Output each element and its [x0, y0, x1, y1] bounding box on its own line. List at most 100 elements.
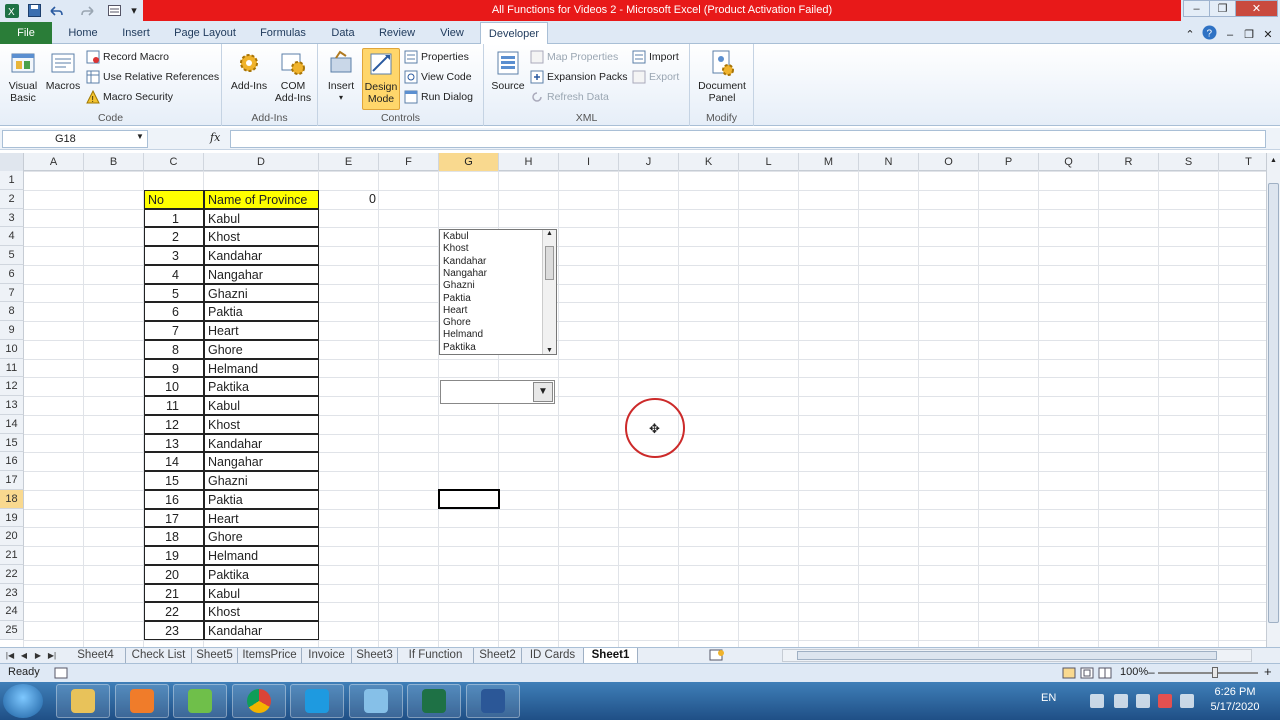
table-row-no[interactable]: 2 — [144, 227, 204, 246]
export-button[interactable]: Export — [632, 68, 679, 86]
table-row-province[interactable]: Ghazni — [204, 471, 319, 490]
table-row-province[interactable]: Khost — [204, 602, 319, 621]
normal-view-icon[interactable] — [1062, 667, 1076, 682]
sheet-tab-itemsprice[interactable]: ItemsPrice — [238, 648, 302, 663]
table-row-no[interactable]: 16 — [144, 489, 204, 509]
listbox-item[interactable]: Ghore — [443, 317, 471, 329]
tab-page-layout[interactable]: Page Layout — [168, 22, 242, 44]
column-header-o[interactable]: O — [919, 153, 979, 171]
taskbar-clock[interactable]: 6:26 PM 5/17/2020 — [1200, 685, 1270, 715]
listbox-scroll-down-icon[interactable]: ▼ — [543, 347, 556, 354]
column-header-l[interactable]: L — [739, 153, 799, 171]
workbook-restore-icon[interactable]: ❐ — [1243, 27, 1255, 42]
column-header-m[interactable]: M — [799, 153, 859, 171]
row-header-19[interactable]: 19 — [0, 508, 24, 528]
tray-network-icon[interactable] — [1114, 694, 1128, 708]
table-row-province[interactable]: Kandahar — [204, 246, 319, 265]
table-row-no[interactable]: 4 — [144, 264, 204, 284]
maximize-button[interactable]: ❐ — [1209, 0, 1236, 17]
table-row-no[interactable]: 13 — [144, 433, 204, 453]
tab-review[interactable]: Review — [372, 22, 422, 44]
macro-record-icon[interactable] — [54, 667, 68, 682]
run-dialog-button[interactable]: Run Dialog — [404, 88, 473, 106]
listbox-item[interactable]: Kabul — [443, 231, 469, 243]
import-button[interactable]: Import — [632, 48, 679, 66]
column-header-p[interactable]: P — [979, 153, 1039, 171]
tab-home[interactable]: Home — [60, 22, 106, 44]
undo-icon[interactable] — [46, 3, 66, 18]
select-all-corner[interactable] — [0, 153, 24, 171]
column-header-b[interactable]: B — [84, 153, 144, 171]
table-row-no[interactable]: 10 — [144, 377, 204, 396]
table-row-province[interactable]: Kandahar — [204, 433, 319, 453]
horizontal-scroll-thumb[interactable] — [797, 651, 1217, 660]
table-row-province[interactable]: Heart — [204, 508, 319, 528]
excel-taskbar-button[interactable] — [407, 684, 461, 718]
tab-file[interactable]: File — [0, 22, 52, 44]
row-header-25[interactable]: 25 — [0, 621, 24, 640]
redo-icon[interactable] — [78, 3, 98, 18]
table-row-province[interactable]: Heart — [204, 321, 319, 340]
table-row-province[interactable]: Paktika — [204, 564, 319, 584]
table-row-no[interactable]: 7 — [144, 321, 204, 340]
table-row-province[interactable]: Khost — [204, 227, 319, 246]
sheet-tab-id-cards[interactable]: ID Cards — [522, 648, 584, 663]
column-header-a[interactable]: A — [24, 153, 84, 171]
table-row-province[interactable]: Kandahar — [204, 621, 319, 640]
table-row-no[interactable]: 5 — [144, 283, 204, 303]
row-header-6[interactable]: 6 — [0, 264, 24, 284]
province-combobox[interactable]: ▼ — [440, 380, 555, 404]
help-icon[interactable]: ? — [1201, 25, 1217, 40]
listbox-item[interactable]: Nangahar — [443, 268, 487, 280]
listbox-item[interactable]: Khost — [443, 243, 469, 255]
row-header-17[interactable]: 17 — [0, 471, 24, 490]
row-header-14[interactable]: 14 — [0, 414, 24, 434]
properties-button[interactable]: Properties — [404, 48, 469, 66]
sheet-tab-sheet3[interactable]: Sheet3 — [352, 648, 398, 663]
tray-security-icon[interactable] — [1158, 694, 1172, 708]
skype-taskbar-button[interactable] — [290, 684, 344, 718]
last-sheet-icon[interactable]: ▶| — [46, 649, 58, 662]
table-row-province[interactable]: Kabul — [204, 583, 319, 603]
column-header-t[interactable]: T — [1219, 153, 1266, 171]
row-header-3[interactable]: 3 — [0, 208, 24, 228]
table-row-no[interactable]: 20 — [144, 564, 204, 584]
tab-view[interactable]: View — [432, 22, 472, 44]
row-header-9[interactable]: 9 — [0, 321, 24, 340]
table-row-province[interactable]: Paktia — [204, 489, 319, 509]
first-sheet-icon[interactable]: |◀ — [4, 649, 16, 662]
app-blue-taskbar-button[interactable] — [348, 684, 403, 718]
row-header-1[interactable]: 1 — [0, 171, 24, 190]
table-row-no[interactable]: 11 — [144, 396, 204, 415]
insert-sheet-icon[interactable] — [706, 649, 728, 662]
formula-input[interactable] — [230, 130, 1266, 148]
listbox-item[interactable]: Heart — [443, 305, 467, 317]
zoom-in-icon[interactable]: + — [1264, 664, 1272, 679]
save-icon[interactable] — [26, 3, 42, 18]
table-row-province[interactable]: Paktia — [204, 302, 319, 321]
column-header-c[interactable]: C — [144, 153, 204, 171]
column-header-r[interactable]: R — [1099, 153, 1159, 171]
row-header-5[interactable]: 5 — [0, 246, 24, 265]
insert-function-icon[interactable]: fx — [210, 131, 220, 144]
column-header-q[interactable]: Q — [1039, 153, 1099, 171]
table-row-no[interactable]: 22 — [144, 602, 204, 621]
zoom-level[interactable]: 100% — [1120, 666, 1148, 678]
sheet-tab-sheet1[interactable]: Sheet1 — [584, 648, 638, 663]
listbox-item[interactable]: Paktika — [443, 342, 476, 354]
source-button[interactable]: Source — [488, 48, 528, 92]
insert-control-button[interactable]: Insert ▾ — [322, 48, 360, 104]
row-header-12[interactable]: 12 — [0, 377, 24, 396]
use-relative-references-button[interactable]: Use Relative References — [86, 68, 219, 86]
column-header-n[interactable]: N — [859, 153, 919, 171]
zoom-slider[interactable] — [1158, 672, 1258, 674]
tab-developer[interactable]: Developer — [480, 22, 548, 45]
listbox-item[interactable]: Paktia — [443, 293, 471, 305]
document-panel-button[interactable]: Document Panel — [694, 48, 750, 104]
row-header-15[interactable]: 15 — [0, 433, 24, 453]
table-row-no[interactable]: 14 — [144, 452, 204, 471]
table-row-province[interactable]: Ghazni — [204, 283, 319, 303]
map-properties-button[interactable]: Map Properties — [530, 48, 618, 66]
row-header-18[interactable]: 18 — [0, 489, 24, 509]
visual-basic-button[interactable]: Visual Basic — [4, 48, 42, 104]
